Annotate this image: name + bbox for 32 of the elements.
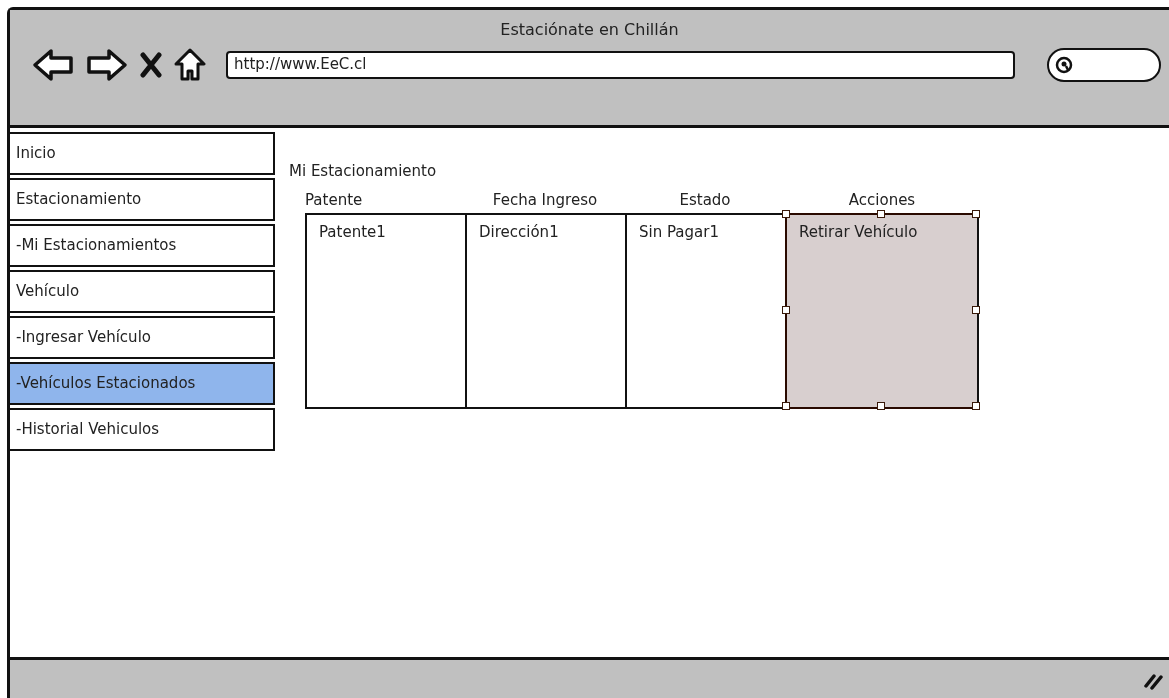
selection-handle[interactable] <box>972 401 980 410</box>
back-icon[interactable] <box>32 48 74 82</box>
sidebar-item[interactable]: -Mi Estacionamientos <box>10 224 275 267</box>
search-icon <box>1055 56 1073 74</box>
table-cell: Patente1 <box>305 212 465 409</box>
selection-handle[interactable] <box>877 401 885 410</box>
forward-icon[interactable] <box>86 48 128 82</box>
sidebar-item[interactable]: Estacionamiento <box>10 178 275 221</box>
home-icon[interactable] <box>174 48 206 82</box>
column-header: Acciones <box>848 190 916 209</box>
column-header: Fecha Ingreso <box>492 190 598 209</box>
sidebar-item[interactable]: -Vehículos Estacionados <box>10 362 275 405</box>
selection-handle[interactable] <box>782 305 790 314</box>
selection-handle[interactable] <box>782 401 790 410</box>
sidebar-item[interactable]: Vehículo <box>10 270 275 313</box>
window-title: Estaciónate en Chillán <box>500 19 679 41</box>
table-cell: Retirar Vehículo <box>785 212 979 409</box>
table-cell: Dirección1 <box>465 212 625 409</box>
page-heading: Mi Estacionamiento <box>289 161 438 182</box>
close-icon[interactable] <box>140 52 162 78</box>
selection-handle[interactable] <box>877 209 885 218</box>
selection-handle[interactable] <box>972 209 980 218</box>
column-header: Patente <box>305 190 363 209</box>
sidebar-item[interactable]: Inicio <box>10 132 275 175</box>
sidebar-item[interactable]: -Ingresar Vehículo <box>10 316 275 359</box>
selection-handle[interactable] <box>972 305 980 314</box>
selection-handle[interactable] <box>782 209 790 218</box>
search-field[interactable] <box>1047 48 1161 82</box>
sidebar-item[interactable]: -Historial Vehiculos <box>10 408 275 451</box>
column-header: Estado <box>679 190 731 209</box>
address-field[interactable]: http://www.EeC.cl <box>226 51 1015 79</box>
table-cell: Sin Pagar1 <box>625 212 785 409</box>
